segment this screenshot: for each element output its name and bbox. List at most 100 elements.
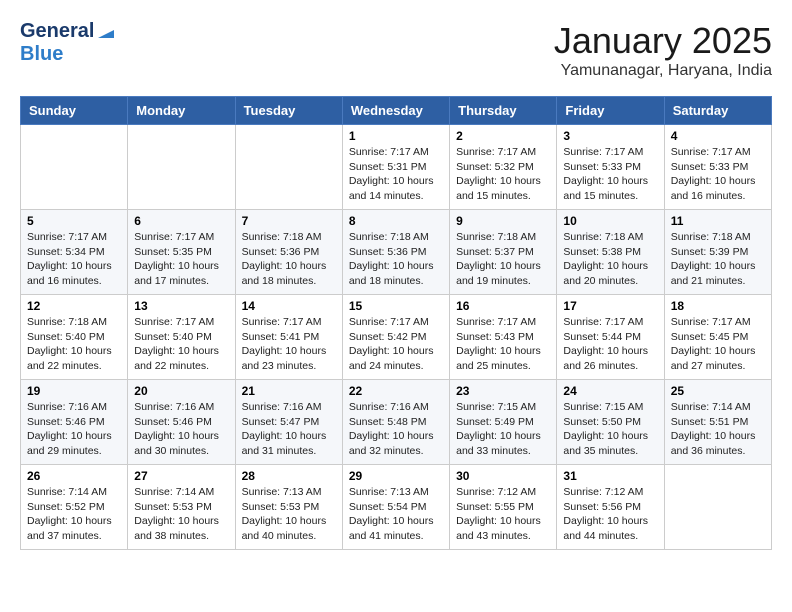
day-number: 30 xyxy=(456,469,550,483)
day-info: Sunrise: 7:13 AM Sunset: 5:53 PM Dayligh… xyxy=(242,485,336,544)
day-number: 26 xyxy=(27,469,121,483)
calendar-cell: 6 Sunrise: 7:17 AM Sunset: 5:35 PM Daylig… xyxy=(128,210,235,295)
day-info: Sunrise: 7:14 AM Sunset: 5:53 PM Dayligh… xyxy=(134,485,228,544)
calendar-cell: 15 Sunrise: 7:17 AM Sunset: 5:42 PM Dayli… xyxy=(342,295,449,380)
day-info: Sunrise: 7:18 AM Sunset: 5:36 PM Dayligh… xyxy=(349,230,443,289)
calendar-cell: 10Sunrise: 7:18 AM Sunset: 5:38 PM Dayli… xyxy=(557,210,664,295)
weekday-header-row: SundayMondayTuesdayWednesdayThursdayFrid… xyxy=(21,97,772,125)
calendar-cell: 3 Sunrise: 7:17 AM Sunset: 5:33 PM Daylig… xyxy=(557,125,664,210)
calendar-cell: 24 Sunrise: 7:15 AM Sunset: 5:50 PM Dayli… xyxy=(557,380,664,465)
day-number: 5 xyxy=(27,214,121,228)
calendar-cell: 7Sunrise: 7:18 AM Sunset: 5:36 PM Daylig… xyxy=(235,210,342,295)
day-number: 8 xyxy=(349,214,443,228)
day-info: Sunrise: 7:18 AM Sunset: 5:40 PM Dayligh… xyxy=(27,315,121,374)
day-info: Sunrise: 7:17 AM Sunset: 5:42 PM Dayligh… xyxy=(349,315,443,374)
day-number: 12 xyxy=(27,299,121,313)
calendar-cell: 5 Sunrise: 7:17 AM Sunset: 5:34 PM Daylig… xyxy=(21,210,128,295)
day-number: 6 xyxy=(134,214,228,228)
day-info: Sunrise: 7:17 AM Sunset: 5:35 PM Dayligh… xyxy=(134,230,228,289)
calendar-week-row: 5 Sunrise: 7:17 AM Sunset: 5:34 PM Daylig… xyxy=(21,210,772,295)
day-number: 13 xyxy=(134,299,228,313)
calendar-cell: 8 Sunrise: 7:18 AM Sunset: 5:36 PM Daylig… xyxy=(342,210,449,295)
day-info: Sunrise: 7:18 AM Sunset: 5:39 PM Dayligh… xyxy=(671,230,765,289)
day-number: 14 xyxy=(242,299,336,313)
calendar-cell: 26 Sunrise: 7:14 AM Sunset: 5:52 PM Dayli… xyxy=(21,465,128,550)
calendar-cell: 16 Sunrise: 7:17 AM Sunset: 5:43 PM Dayli… xyxy=(450,295,557,380)
logo-general: General xyxy=(20,20,94,42)
weekday-header-friday: Friday xyxy=(557,97,664,125)
day-number: 18 xyxy=(671,299,765,313)
calendar-cell: 30 Sunrise: 7:12 AM Sunset: 5:55 PM Dayli… xyxy=(450,465,557,550)
day-number: 3 xyxy=(563,129,657,143)
logo-blue: Blue xyxy=(20,43,63,65)
calendar-cell: 17 Sunrise: 7:17 AM Sunset: 5:44 PM Dayli… xyxy=(557,295,664,380)
day-number: 24 xyxy=(563,384,657,398)
calendar-cell: 27Sunrise: 7:14 AM Sunset: 5:53 PM Dayli… xyxy=(128,465,235,550)
day-info: Sunrise: 7:16 AM Sunset: 5:46 PM Dayligh… xyxy=(134,400,228,459)
calendar-cell: 2 Sunrise: 7:17 AM Sunset: 5:32 PM Daylig… xyxy=(450,125,557,210)
weekday-header-thursday: Thursday xyxy=(450,97,557,125)
weekday-header-wednesday: Wednesday xyxy=(342,97,449,125)
logo-wing-icon xyxy=(96,24,114,42)
day-number: 9 xyxy=(456,214,550,228)
day-info: Sunrise: 7:17 AM Sunset: 5:40 PM Dayligh… xyxy=(134,315,228,374)
day-info: Sunrise: 7:17 AM Sunset: 5:31 PM Dayligh… xyxy=(349,145,443,204)
calendar-cell: 21 Sunrise: 7:16 AM Sunset: 5:47 PM Dayli… xyxy=(235,380,342,465)
day-number: 28 xyxy=(242,469,336,483)
day-number: 31 xyxy=(563,469,657,483)
day-number: 17 xyxy=(563,299,657,313)
day-info: Sunrise: 7:14 AM Sunset: 5:51 PM Dayligh… xyxy=(671,400,765,459)
day-info: Sunrise: 7:12 AM Sunset: 5:55 PM Dayligh… xyxy=(456,485,550,544)
calendar-cell: 1 Sunrise: 7:17 AM Sunset: 5:31 PM Daylig… xyxy=(342,125,449,210)
day-number: 19 xyxy=(27,384,121,398)
day-info: Sunrise: 7:12 AM Sunset: 5:56 PM Dayligh… xyxy=(563,485,657,544)
day-info: Sunrise: 7:16 AM Sunset: 5:47 PM Dayligh… xyxy=(242,400,336,459)
day-number: 16 xyxy=(456,299,550,313)
calendar-cell: 11Sunrise: 7:18 AM Sunset: 5:39 PM Dayli… xyxy=(664,210,771,295)
calendar-week-row: 19 Sunrise: 7:16 AM Sunset: 5:46 PM Dayli… xyxy=(21,380,772,465)
day-info: Sunrise: 7:17 AM Sunset: 5:32 PM Dayligh… xyxy=(456,145,550,204)
weekday-header-saturday: Saturday xyxy=(664,97,771,125)
calendar-cell: 29Sunrise: 7:13 AM Sunset: 5:54 PM Dayli… xyxy=(342,465,449,550)
day-info: Sunrise: 7:14 AM Sunset: 5:52 PM Dayligh… xyxy=(27,485,121,544)
calendar-cell: 20Sunrise: 7:16 AM Sunset: 5:46 PM Dayli… xyxy=(128,380,235,465)
day-info: Sunrise: 7:15 AM Sunset: 5:50 PM Dayligh… xyxy=(563,400,657,459)
calendar-cell: 14Sunrise: 7:17 AM Sunset: 5:41 PM Dayli… xyxy=(235,295,342,380)
calendar-cell: 31 Sunrise: 7:12 AM Sunset: 5:56 PM Dayli… xyxy=(557,465,664,550)
calendar-cell: 25Sunrise: 7:14 AM Sunset: 5:51 PM Dayli… xyxy=(664,380,771,465)
calendar-table: SundayMondayTuesdayWednesdayThursdayFrid… xyxy=(20,96,772,550)
calendar-week-row: 1 Sunrise: 7:17 AM Sunset: 5:31 PM Daylig… xyxy=(21,125,772,210)
day-info: Sunrise: 7:16 AM Sunset: 5:46 PM Dayligh… xyxy=(27,400,121,459)
day-number: 2 xyxy=(456,129,550,143)
calendar-week-row: 12 Sunrise: 7:18 AM Sunset: 5:40 PM Dayli… xyxy=(21,295,772,380)
calendar-cell xyxy=(664,465,771,550)
day-number: 21 xyxy=(242,384,336,398)
day-info: Sunrise: 7:16 AM Sunset: 5:48 PM Dayligh… xyxy=(349,400,443,459)
day-number: 15 xyxy=(349,299,443,313)
calendar-cell xyxy=(128,125,235,210)
day-number: 23 xyxy=(456,384,550,398)
calendar-cell: 12 Sunrise: 7:18 AM Sunset: 5:40 PM Dayli… xyxy=(21,295,128,380)
calendar-cell: 19 Sunrise: 7:16 AM Sunset: 5:46 PM Dayli… xyxy=(21,380,128,465)
calendar-cell: 4Sunrise: 7:17 AM Sunset: 5:33 PM Daylig… xyxy=(664,125,771,210)
day-info: Sunrise: 7:13 AM Sunset: 5:54 PM Dayligh… xyxy=(349,485,443,544)
day-info: Sunrise: 7:17 AM Sunset: 5:34 PM Dayligh… xyxy=(27,230,121,289)
day-number: 1 xyxy=(349,129,443,143)
calendar-cell: 23Sunrise: 7:15 AM Sunset: 5:49 PM Dayli… xyxy=(450,380,557,465)
day-number: 10 xyxy=(563,214,657,228)
calendar-week-row: 26 Sunrise: 7:14 AM Sunset: 5:52 PM Dayli… xyxy=(21,465,772,550)
weekday-header-sunday: Sunday xyxy=(21,97,128,125)
weekday-header-tuesday: Tuesday xyxy=(235,97,342,125)
day-info: Sunrise: 7:18 AM Sunset: 5:37 PM Dayligh… xyxy=(456,230,550,289)
calendar-cell xyxy=(21,125,128,210)
day-info: Sunrise: 7:17 AM Sunset: 5:43 PM Dayligh… xyxy=(456,315,550,374)
day-number: 7 xyxy=(242,214,336,228)
day-info: Sunrise: 7:17 AM Sunset: 5:45 PM Dayligh… xyxy=(671,315,765,374)
calendar-cell: 9 Sunrise: 7:18 AM Sunset: 5:37 PM Daylig… xyxy=(450,210,557,295)
day-number: 22 xyxy=(349,384,443,398)
title-section: January 2025 Yamunanagar, Haryana, India xyxy=(554,20,772,80)
calendar-cell xyxy=(235,125,342,210)
page-header: General Blue January 2025 Yamunanagar, H… xyxy=(20,20,772,80)
day-info: Sunrise: 7:17 AM Sunset: 5:33 PM Dayligh… xyxy=(563,145,657,204)
day-info: Sunrise: 7:17 AM Sunset: 5:44 PM Dayligh… xyxy=(563,315,657,374)
